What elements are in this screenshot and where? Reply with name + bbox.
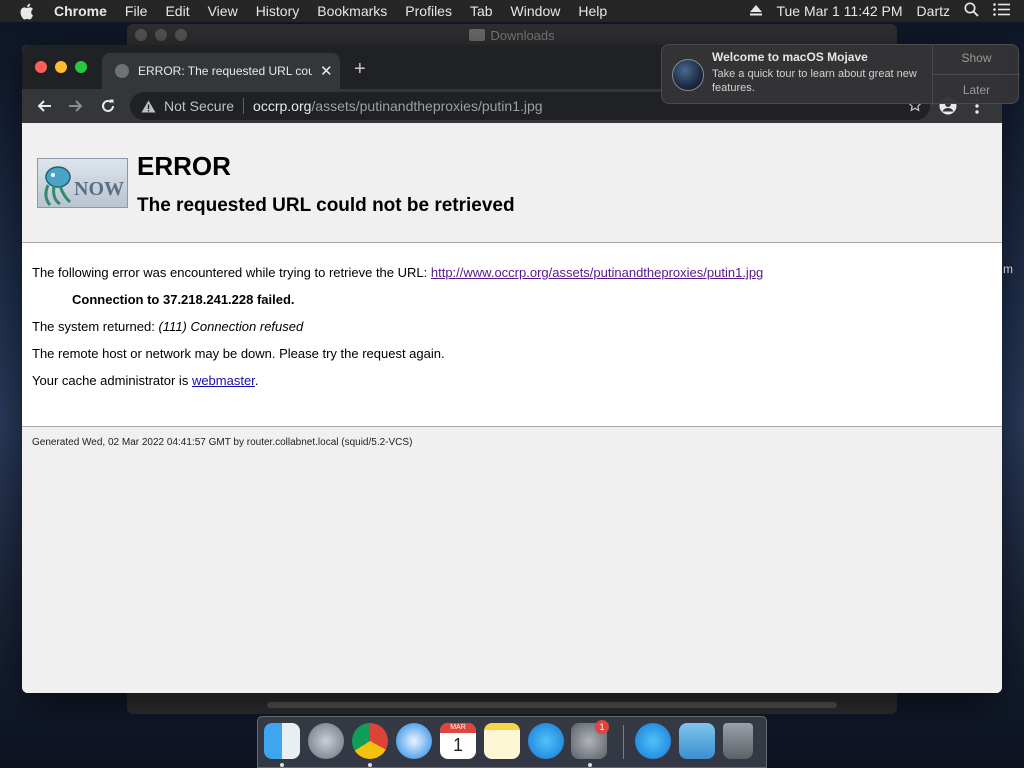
error-body: The following error was encountered whil… bbox=[22, 243, 1002, 426]
webmaster-link[interactable]: webmaster bbox=[192, 373, 255, 388]
globe-icon bbox=[115, 64, 129, 78]
page-subtitle: The requested URL could not be retrieved bbox=[137, 195, 515, 216]
menu-window[interactable]: Window bbox=[511, 3, 561, 19]
background-window-title: Downloads bbox=[490, 27, 555, 43]
notes-icon[interactable] bbox=[484, 723, 520, 759]
apple-icon[interactable] bbox=[19, 3, 37, 20]
dock-separator bbox=[623, 725, 624, 759]
chrome-window: ERROR: The requested URL could not be re… bbox=[22, 45, 1002, 693]
close-window-button[interactable] bbox=[35, 61, 47, 73]
cache-admin-period: . bbox=[254, 373, 259, 388]
background-window-titlebar: Downloads bbox=[127, 24, 897, 46]
menu-help[interactable]: Help bbox=[578, 3, 607, 19]
menu-history[interactable]: History bbox=[256, 3, 300, 19]
zoom-window-button[interactable] bbox=[75, 61, 87, 73]
error-intro-line: The following error was encountered whil… bbox=[32, 265, 763, 280]
notification-later-button[interactable]: Later bbox=[933, 83, 1020, 97]
omnibox-divider bbox=[243, 98, 245, 114]
calendar-month: MAR bbox=[440, 723, 476, 733]
menu-bar: Chrome File Edit View History Bookmarks … bbox=[0, 0, 1024, 22]
system-returned-line: The system returned: (111) Connection re… bbox=[32, 319, 303, 334]
launchpad-icon[interactable] bbox=[308, 723, 344, 759]
url-host: occrp.org bbox=[253, 98, 312, 114]
notification-center-icon[interactable] bbox=[993, 3, 1010, 19]
notification-button-divider bbox=[932, 74, 1020, 75]
error-intro-text: The following error was encountered whil… bbox=[32, 265, 431, 280]
url-path: /assets/putinandtheproxies/putin1.jpg bbox=[311, 98, 543, 114]
chrome-icon[interactable] bbox=[352, 723, 388, 759]
background-window-controls bbox=[135, 29, 187, 41]
forward-arrow-icon[interactable] bbox=[65, 95, 87, 117]
calendar-icon[interactable]: MAR 1 bbox=[440, 723, 476, 759]
finder-icon[interactable] bbox=[264, 723, 300, 759]
squid-logo: NOW bbox=[37, 158, 128, 208]
calendar-day: 1 bbox=[452, 735, 463, 755]
connection-failed-text: Connection to 37.218.241.228 failed. bbox=[72, 292, 295, 307]
menubar-user[interactable]: Dartz bbox=[917, 3, 950, 19]
page-title: ERROR bbox=[137, 151, 231, 181]
eject-icon[interactable] bbox=[750, 3, 763, 19]
trash-icon[interactable] bbox=[723, 723, 753, 759]
spotlight-search-icon[interactable] bbox=[964, 2, 979, 20]
not-secure-label[interactable]: Not Secure bbox=[164, 98, 234, 114]
menu-edit[interactable]: Edit bbox=[165, 3, 189, 19]
footer-divider bbox=[22, 426, 1002, 427]
background-window-scrollbar[interactable] bbox=[267, 702, 837, 708]
mojave-notification[interactable]: Welcome to macOS Mojave Take a quick tou… bbox=[661, 44, 1020, 105]
finder-running-dot bbox=[280, 763, 284, 767]
notification-title: Welcome to macOS Mojave bbox=[712, 50, 868, 64]
downloads-folder-icon[interactable] bbox=[679, 723, 715, 759]
system-returned-label: The system returned: bbox=[32, 319, 159, 334]
menu-tab[interactable]: Tab bbox=[470, 3, 493, 19]
reload-icon[interactable] bbox=[97, 95, 119, 117]
cache-admin-text: Your cache administrator is bbox=[32, 373, 192, 388]
requested-url-link[interactable]: http://www.occrp.org/assets/putinandthep… bbox=[431, 265, 763, 280]
menu-profiles[interactable]: Profiles bbox=[405, 3, 452, 19]
cache-admin-line: Your cache administrator is webmaster. bbox=[32, 373, 258, 388]
error-header: NOW ERROR The requested URL could not be… bbox=[22, 123, 1002, 243]
safari-icon[interactable] bbox=[396, 723, 432, 759]
app-store-icon[interactable] bbox=[528, 723, 564, 759]
menu-view[interactable]: View bbox=[208, 3, 238, 19]
window-controls bbox=[35, 61, 87, 73]
minimize-window-button[interactable] bbox=[55, 61, 67, 73]
page-content: NOW ERROR The requested URL could not be… bbox=[22, 123, 1002, 693]
menu-file[interactable]: File bbox=[125, 3, 148, 19]
system-preferences-badge: 1 bbox=[595, 720, 609, 734]
system-returned-value: (111) Connection refused bbox=[158, 319, 304, 334]
tab-title: ERROR: The requested URL could not be re… bbox=[138, 64, 312, 78]
background-window-edge-text: m bbox=[1003, 262, 1013, 276]
folder-icon bbox=[469, 29, 486, 41]
remote-host-text: The remote host or network may be down. … bbox=[32, 346, 445, 361]
app-store-installer-icon[interactable] bbox=[635, 723, 671, 759]
notification-body: Take a quick tour to learn about great n… bbox=[712, 68, 917, 94]
notification-show-button[interactable]: Show bbox=[933, 51, 1020, 65]
system-preferences-running-dot bbox=[588, 763, 592, 767]
logo-lettering: NOW bbox=[74, 178, 124, 200]
back-arrow-icon[interactable] bbox=[33, 95, 55, 117]
new-tab-plus-icon[interactable]: + bbox=[354, 59, 366, 79]
warning-triangle-icon[interactable] bbox=[141, 100, 156, 113]
tab-active[interactable]: ERROR: The requested URL could not be re… bbox=[102, 53, 340, 89]
mojave-app-icon bbox=[672, 59, 704, 91]
menu-app-chrome[interactable]: Chrome bbox=[54, 3, 107, 19]
menubar-clock[interactable]: Tue Mar 1 11:42 PM bbox=[776, 3, 902, 19]
squid-footer: Generated Wed, 02 Mar 2022 04:41:57 GMT … bbox=[32, 437, 413, 448]
chrome-running-dot bbox=[368, 763, 372, 767]
close-tab-icon[interactable]: ✕ bbox=[320, 64, 333, 79]
menu-bookmarks[interactable]: Bookmarks bbox=[317, 3, 387, 19]
dock: MAR 1 1 bbox=[257, 716, 767, 768]
